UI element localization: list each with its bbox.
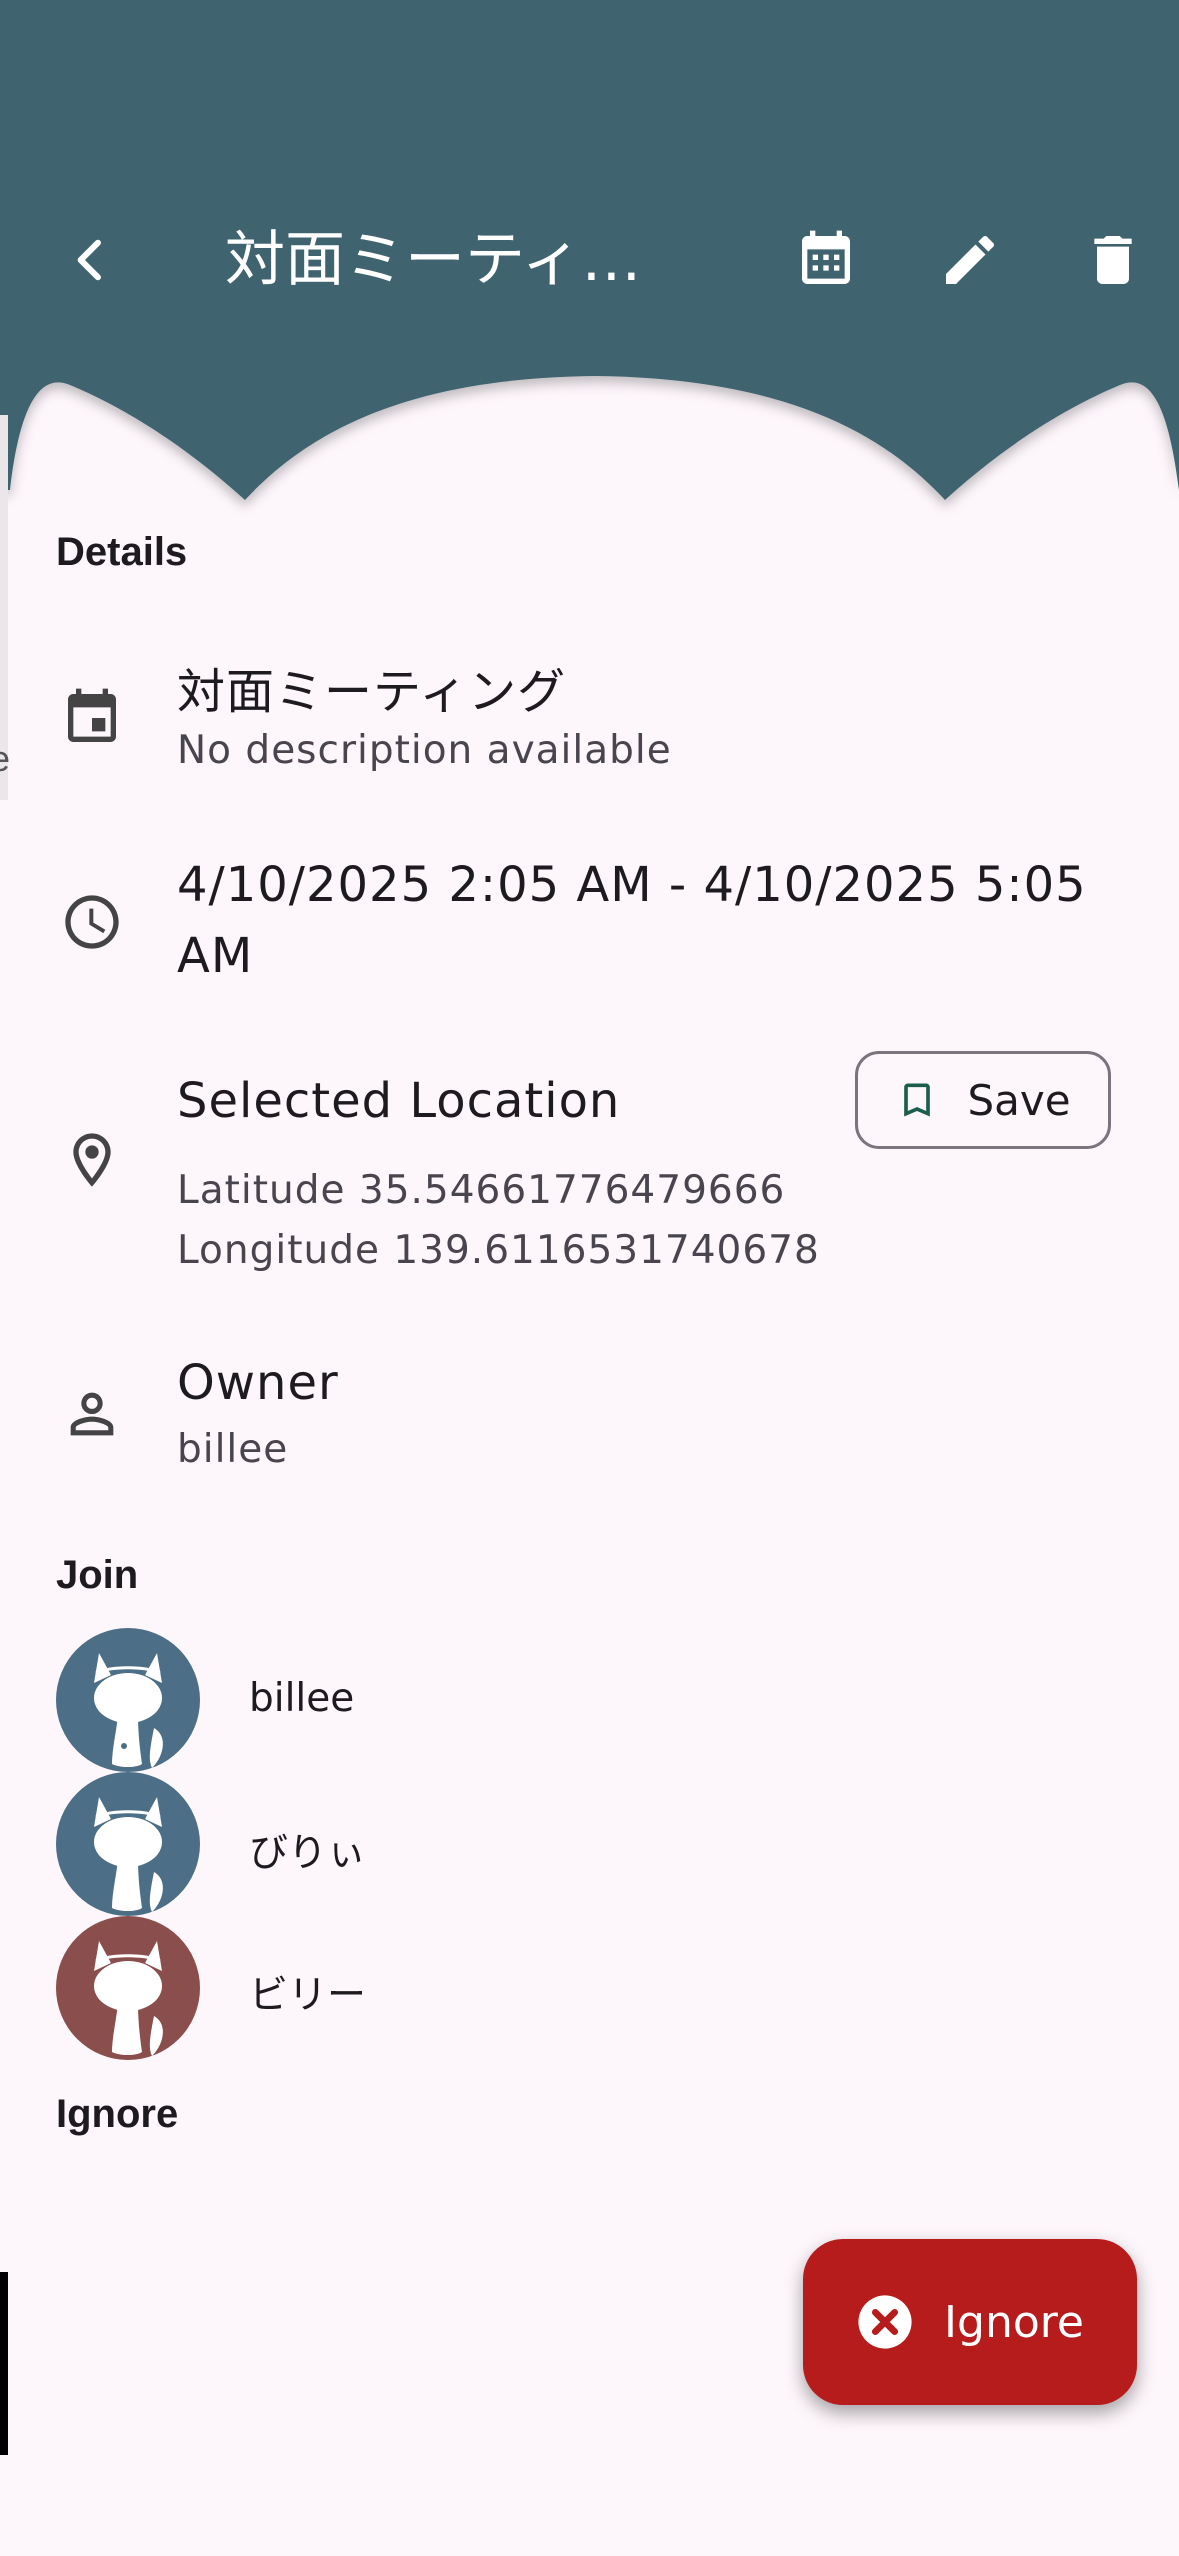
location-title: Selected Location xyxy=(177,1073,621,1129)
event-title: 対面ミーティング xyxy=(177,664,567,720)
member-name: ビリー xyxy=(249,1973,367,2018)
owner-row-icon xyxy=(56,1378,128,1450)
avatar xyxy=(56,1628,200,1772)
location-pin-icon xyxy=(73,1133,111,1187)
location-row-icon xyxy=(56,1124,128,1196)
back-arrow-icon xyxy=(77,239,101,281)
background-edge-strip xyxy=(0,2272,8,2455)
join-heading: Join xyxy=(56,1553,139,1597)
save-location-button[interactable]: Save xyxy=(855,1051,1111,1149)
avatar xyxy=(56,1772,200,1916)
back-button[interactable] xyxy=(40,210,140,310)
cancel-circle-icon xyxy=(858,2295,912,2349)
app-bar: 対面ミーティ… xyxy=(0,190,1179,330)
mushroom-cat-avatar-icon xyxy=(94,1797,163,1912)
calendar-event-icon xyxy=(68,688,116,742)
details-heading: Details xyxy=(56,530,188,574)
person-icon xyxy=(70,1392,114,1436)
page-title: 対面ミーティ… xyxy=(225,225,642,295)
bookmark-icon xyxy=(904,1083,931,1117)
ignore-heading: Ignore xyxy=(56,2092,179,2136)
save-button-label: Save xyxy=(967,1075,1071,1125)
avatar xyxy=(56,1916,200,2060)
time-range: 4/10/2025 2:05 AM - 4/10/2025 5:05 xyxy=(177,857,1087,913)
owner-label: Owner xyxy=(177,1355,339,1411)
member-name: びりぃ xyxy=(249,1831,367,1876)
time-row-icon xyxy=(56,886,128,958)
owner-name: billee xyxy=(177,1427,289,1472)
ignore-button[interactable]: Ignore xyxy=(803,2239,1137,2405)
mushroom-cat-avatar-icon xyxy=(94,1653,163,1768)
event-row-icon xyxy=(56,682,128,754)
calendar-icon xyxy=(802,230,850,284)
edit-pencil-icon xyxy=(946,235,995,284)
time-range-continued: AM xyxy=(177,928,254,984)
location-latitude: Latitude 35.54661776479666 xyxy=(177,1168,786,1213)
delete-trash-icon xyxy=(1094,236,1132,284)
delete-button[interactable] xyxy=(1063,210,1163,310)
member-name: billee xyxy=(249,1676,355,1721)
mushroom-cat-avatar-icon xyxy=(94,1941,163,2056)
event-description: No description available xyxy=(177,728,672,773)
edit-button[interactable] xyxy=(920,210,1020,310)
clock-icon xyxy=(65,895,119,949)
location-longitude: Longitude 139.6116531740678 xyxy=(177,1228,820,1273)
background-clipped-text: e xyxy=(0,738,11,779)
ignore-button-label: Ignore xyxy=(944,2296,1084,2348)
calendar-button[interactable] xyxy=(776,210,876,310)
